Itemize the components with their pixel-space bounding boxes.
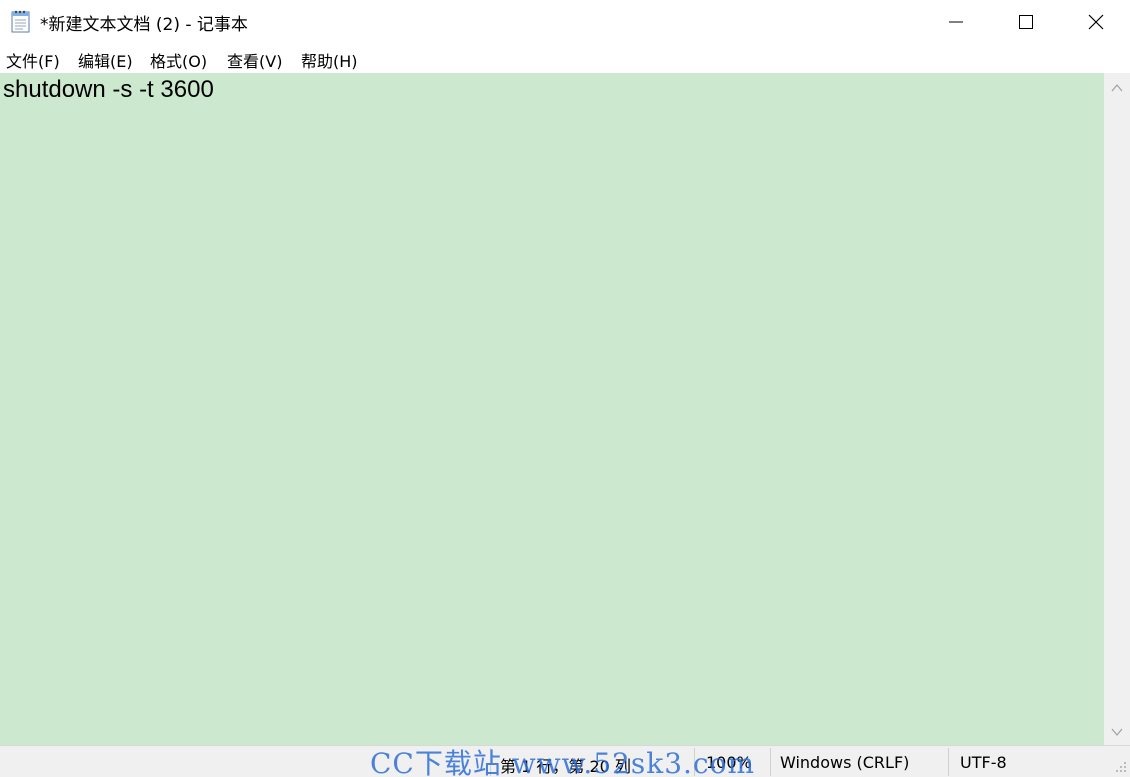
menu-bar: 文件(F) 编辑(E) 格式(O) 查看(V) 帮助(H) (0, 44, 1130, 72)
status-encoding: UTF-8 (960, 753, 1007, 772)
maximize-icon (1019, 15, 1033, 29)
minimize-button[interactable] (921, 0, 991, 44)
scroll-down-icon[interactable] (1111, 727, 1123, 737)
menu-file[interactable]: 文件(F) (6, 48, 60, 72)
text-editor[interactable]: shutdown -s -t 3600 (0, 73, 1104, 745)
menu-help[interactable]: 帮助(H) (301, 48, 358, 72)
resize-grip-icon[interactable] (1114, 760, 1128, 774)
notepad-window: *新建文本文档 (2) - 记事本 文件(F) 编辑(E) 格式(O) 查看(V… (0, 0, 1130, 777)
editor-content[interactable]: shutdown -s -t 3600 (3, 76, 214, 104)
status-divider (948, 748, 949, 776)
status-divider (770, 748, 771, 776)
menu-edit[interactable]: 编辑(E) (78, 48, 133, 72)
minimize-icon (949, 21, 963, 23)
watermark-text: CC下载站 www.52sk3.com (370, 747, 755, 777)
window-title: *新建文本文档 (2) - 记事本 (40, 15, 248, 35)
maximize-button[interactable] (991, 0, 1061, 44)
menu-view[interactable]: 查看(V) (227, 48, 282, 72)
notepad-icon[interactable] (10, 9, 32, 33)
scroll-up-icon[interactable] (1111, 83, 1123, 93)
vertical-scrollbar[interactable] (1104, 73, 1130, 745)
menu-format[interactable]: 格式(O) (150, 48, 207, 72)
close-icon (1088, 14, 1104, 30)
close-button[interactable] (1061, 0, 1130, 44)
title-bar[interactable]: *新建文本文档 (2) - 记事本 (0, 0, 1130, 44)
status-line-ending: Windows (CRLF) (780, 753, 910, 772)
